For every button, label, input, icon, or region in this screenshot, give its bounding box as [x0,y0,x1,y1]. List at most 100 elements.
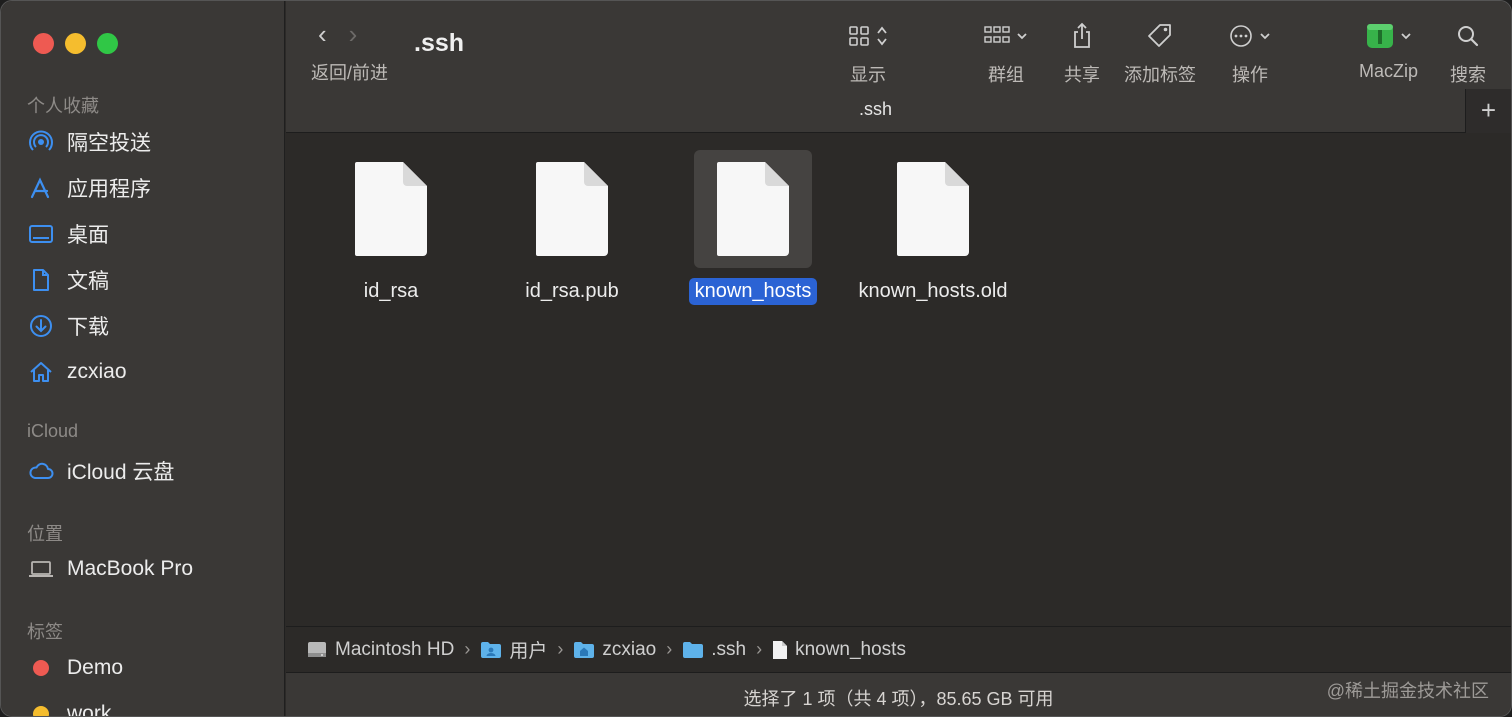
updown-chevron-icon [877,26,887,46]
close-window-button[interactable] [33,33,54,54]
sidebar-section-icloud: iCloud [27,421,79,441]
laptop-icon [25,554,57,584]
zoom-window-button[interactable] [97,33,118,54]
sidebar-item-macbook[interactable]: MacBook Pro [25,552,275,586]
add-tags-label: 添加标签 [1124,65,1196,85]
file-icon [773,640,788,659]
crumb-label: Macintosh HD [335,638,455,660]
folder-icon [683,641,704,658]
nav-buttons: ‹ › [318,21,357,47]
path-bar: Macintosh HD › 用户 › zcxiao › .ssh › know… [286,626,1511,672]
tag-icon [1148,24,1171,47]
crumb-label: 用户 [509,641,548,662]
tab-bar: .ssh + [286,89,1511,133]
new-tab-button[interactable]: + [1465,89,1511,133]
home-icon [25,357,57,387]
crumb-label: .ssh [711,638,747,660]
sidebar-item-downloads[interactable]: 下载 [25,309,275,343]
sidebar-tag-demo[interactable]: Demo [25,651,275,685]
sidebar-item-desktop[interactable]: 桌面 [25,217,275,251]
search-label: 搜索 [1450,65,1486,85]
sidebar-item-label: 隔空投送 [67,132,151,155]
file-name: known_hosts.old [858,280,1008,302]
group-button[interactable]: 群组 [984,19,1028,87]
sidebar-item-home[interactable]: zcxiao [25,355,275,389]
sidebar-item-applications[interactable]: 应用程序 [25,171,275,205]
chevron-right-icon: › [557,639,564,659]
search-icon [1458,26,1479,47]
file-icon [332,150,450,268]
file-icon [513,150,631,268]
sidebar-section-favorites: 个人收藏 [27,96,99,116]
search-button[interactable]: 搜索 [1450,19,1486,87]
path-crumb-home[interactable]: zcxiao [573,639,656,661]
file-icon [874,150,992,268]
view-button[interactable]: 显示 [848,19,888,87]
maczip-button[interactable]: MacZip [1359,19,1418,82]
status-bar: 选择了 1 项（共 4 项），85.65 GB 可用 @稀土掘金技术社区 [286,672,1511,716]
grid-view-icon [849,26,869,46]
path-crumb-ssh[interactable]: .ssh [682,639,746,661]
path-crumb-known-hosts[interactable]: known_hosts [772,639,906,661]
file-item[interactable]: id_rsa [301,150,481,305]
tab-ssh[interactable]: .ssh [286,99,1465,120]
sidebar-item-documents[interactable]: 文稿 [25,263,275,297]
sidebar-section-locations: 位置 [27,524,63,544]
chevron-right-icon: › [756,639,763,659]
chevron-down-icon [1017,33,1027,40]
crumb-label: known_hosts [795,638,906,660]
red-tag-icon [33,660,49,676]
window-controls [33,33,118,54]
file-item[interactable]: known_hosts.old [843,150,1023,305]
action-label: 操作 [1232,65,1268,85]
file-name: id_rsa.pub [525,280,619,302]
group-label: 群组 [988,65,1024,85]
file-item-selected[interactable]: known_hosts [663,150,843,305]
sidebar-item-label: zcxiao [67,360,127,383]
file-browser: id_rsa id_rsa.pub known_hosts known_host… [286,134,1511,626]
maczip-icon [1366,24,1393,48]
hard-drive-icon [308,641,326,657]
path-crumb-macintosh-hd[interactable]: Macintosh HD [306,639,454,661]
file-name: id_rsa [363,280,419,302]
watermark: @稀土掘金技术社区 [1326,681,1489,701]
share-icon [1074,22,1090,48]
share-button[interactable]: 共享 [1064,19,1100,87]
path-crumb-users[interactable]: 用户 [480,636,547,663]
add-tags-button[interactable]: 添加标签 [1124,19,1196,87]
chevron-right-icon: › [666,639,673,659]
maczip-label: MacZip [1359,61,1419,81]
nav-label: 返回/前进 [311,63,389,83]
sidebar-tag-work[interactable]: work [25,697,275,717]
file-item[interactable]: id_rsa.pub [482,150,662,305]
sidebar-item-label: work [67,702,112,717]
action-button[interactable]: 操作 [1229,19,1271,87]
desktop-icon [25,219,57,249]
applications-icon [25,173,57,203]
sidebar-item-label: 文稿 [67,270,109,293]
chevron-down-icon [1400,33,1411,40]
download-icon [25,311,57,341]
sidebar-item-label: iCloud 云盘 [67,461,175,484]
sidebar-item-label: MacBook Pro [67,557,194,580]
sidebar-item-label: Demo [67,656,124,679]
back-button[interactable]: ‹ [318,21,327,47]
crumb-label: zcxiao [602,638,657,660]
users-folder-icon [481,641,502,658]
sidebar-item-label: 桌面 [67,224,109,247]
chevron-down-icon [1260,33,1270,40]
file-name: known_hosts [688,278,818,305]
forward-button[interactable]: › [349,21,358,47]
file-icon [694,150,812,268]
sidebar-section-tags: 标签 [27,622,63,642]
sidebar-item-icloud-drive[interactable]: iCloud 云盘 [25,454,275,488]
document-icon [25,265,57,295]
view-label: 显示 [850,65,886,85]
ellipsis-circle-icon [1230,25,1252,47]
share-label: 共享 [1064,65,1100,85]
group-icon [984,26,1010,43]
toolbar: ‹ › 返回/前进 .ssh 显示 群组 共享 添加标签 操作 MacZip 搜… [286,1,1511,89]
sidebar-item-label: 应用程序 [67,178,151,201]
sidebar-item-airdrop[interactable]: 隔空投送 [25,125,275,159]
minimize-window-button[interactable] [65,33,86,54]
